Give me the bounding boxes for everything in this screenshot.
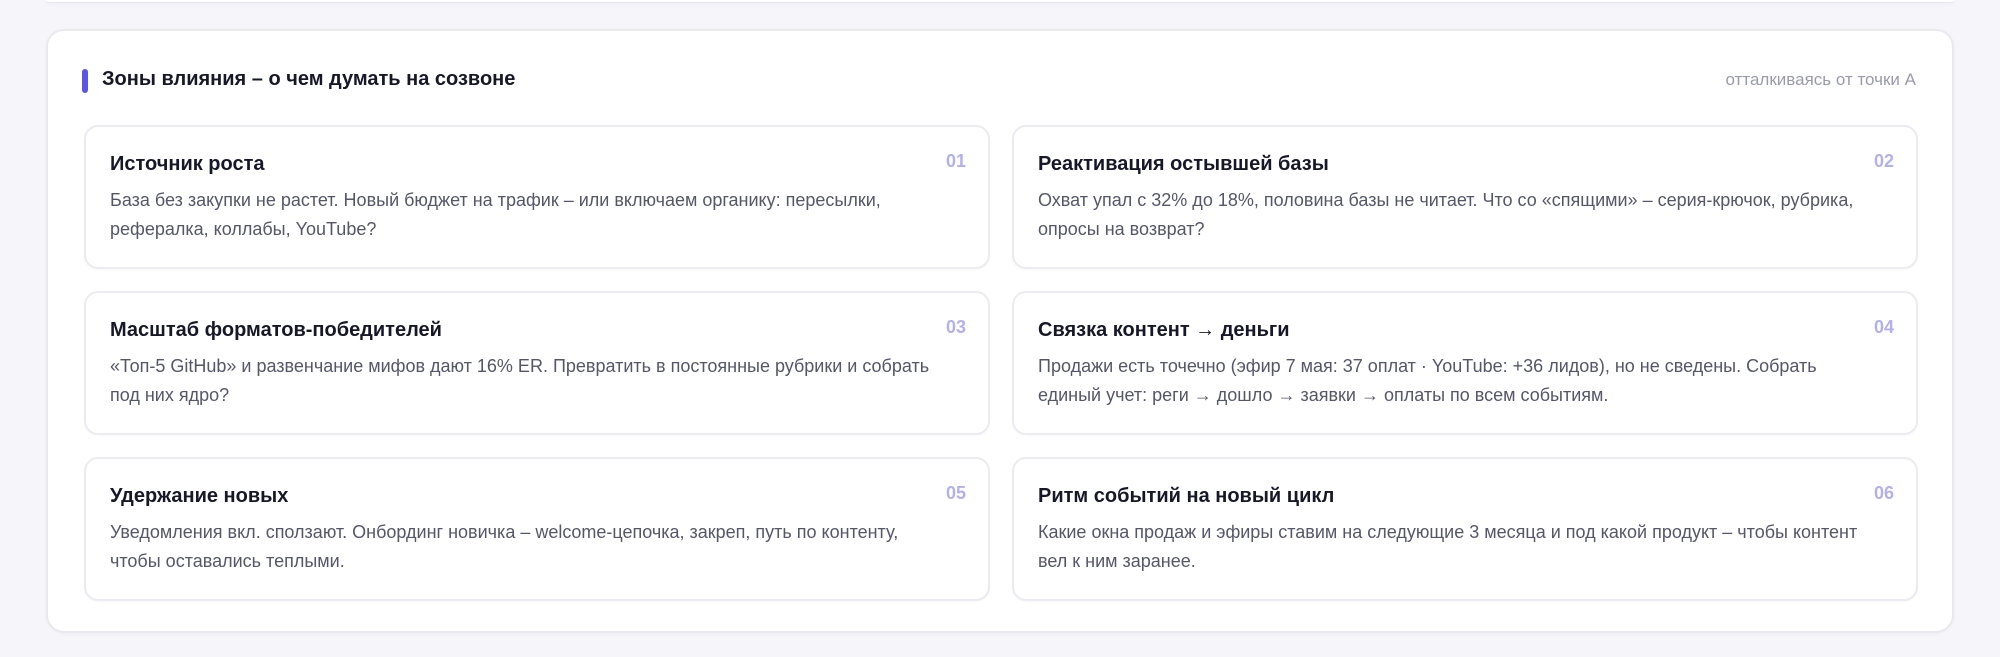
- panel-header: Зоны влияния – о чем думать на созвоне о…: [82, 67, 1916, 97]
- zone-card: 05 Удержание новых Уведомления вкл. спол…: [84, 457, 990, 601]
- influence-zones-panel: Зоны влияния – о чем думать на созвоне о…: [46, 29, 1954, 633]
- panel-hint: отталкиваясь от точки А: [1725, 70, 1916, 89]
- card-text: Уведомления вкл. сползают. Онбординг нов…: [110, 522, 899, 571]
- card-title: Масштаб форматов-победителей: [110, 319, 442, 341]
- card-text: Продажи есть точечно (эфир 7 мая: 37 опл…: [1038, 356, 1817, 405]
- zone-card: 03 Масштаб форматов-победителей «Топ-5 G…: [84, 291, 990, 435]
- zone-card: 06 Ритм событий на новый цикл Какие окна…: [1012, 457, 1918, 601]
- card-number: 05: [945, 483, 966, 503]
- card-text: База без закупки не растет. Новый бюджет…: [110, 190, 881, 239]
- previous-panel-edge: [46, 0, 1954, 3]
- card-text: Охват упал с 32% до 18%, половина базы н…: [1038, 190, 1854, 239]
- card-number: 01: [945, 151, 966, 171]
- card-number: 02: [1873, 151, 1894, 171]
- card-title: Источник роста: [110, 153, 265, 175]
- card-number: 04: [1873, 317, 1894, 337]
- card-text: «Топ-5 GitHub» и развенчание мифов дают …: [110, 356, 930, 405]
- zone-card: 04 Связка контент → деньги Продажи есть …: [1012, 291, 1918, 435]
- card-title: Реактивация остывшей базы: [1038, 153, 1329, 175]
- accent-bar: [82, 69, 88, 93]
- card-text: Какие окна продаж и эфиры ставим на след…: [1038, 522, 1858, 571]
- card-title: Связка контент → деньги: [1038, 319, 1290, 341]
- card-title: Ритм событий на новый цикл: [1038, 485, 1335, 507]
- zone-card: 01 Источник роста База без закупки не ра…: [84, 125, 990, 269]
- card-number: 03: [945, 317, 966, 337]
- cards-grid: 01 Источник роста База без закупки не ра…: [84, 125, 1918, 601]
- card-number: 06: [1873, 483, 1894, 503]
- zone-card: 02 Реактивация остывшей базы Охват упал …: [1012, 125, 1918, 269]
- panel-title: Зоны влияния – о чем думать на созвоне: [102, 68, 516, 90]
- card-title: Удержание новых: [110, 485, 289, 507]
